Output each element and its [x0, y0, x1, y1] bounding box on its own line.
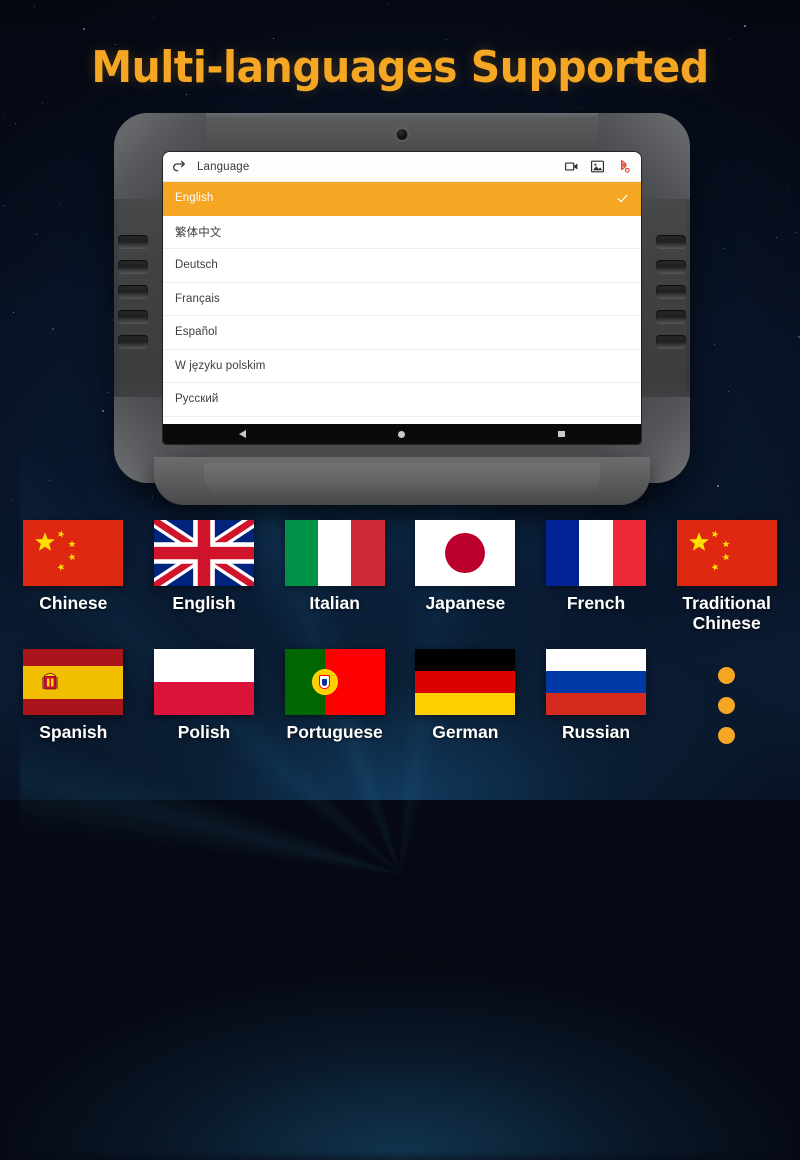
android-back-button[interactable]: [230, 424, 256, 444]
language-flag-grid: Chinese English Italian Japanese French Tradi…: [0, 520, 800, 745]
case-grip-ridge: [656, 285, 686, 298]
checkmark-icon: [617, 194, 628, 203]
tablet-screen: Language English 繁体中文 Deutsch Français Esp: [163, 152, 641, 444]
case-grip-ridge: [118, 285, 148, 298]
flag-label: Spanish: [39, 722, 108, 743]
more-dot: [718, 697, 736, 715]
tablet-device: Language English 繁体中文 Deutsch Français Esp: [114, 113, 690, 505]
case-grip-ridge: [656, 310, 686, 323]
language-row[interactable]: English: [163, 182, 641, 216]
case-grip-ridge: [656, 335, 686, 348]
spain-coat-of-arms-icon: [42, 673, 59, 690]
case-grip-ridge: [118, 310, 148, 323]
flag-label: Traditional Chinese: [682, 593, 771, 634]
flag-item[interactable]: Spanish: [8, 649, 139, 744]
language-list[interactable]: English 繁体中文 Deutsch Français Español W język…: [163, 182, 641, 424]
flag-star-icon: [722, 540, 730, 547]
flag-star-icon: [710, 563, 718, 571]
flag-label: Portuguese: [286, 722, 383, 743]
flag-portugal: [284, 649, 385, 716]
flag-item[interactable]: Traditional Chinese: [661, 520, 792, 633]
case-bottom-lip-inner: [204, 463, 600, 497]
flag-label: Russian: [561, 722, 631, 743]
language-row-label: English: [175, 192, 214, 205]
flag-star-icon: [688, 531, 709, 551]
flag-poland: [153, 649, 254, 716]
flag-star-icon: [68, 540, 76, 547]
case-grip-ridges-right: [656, 235, 686, 363]
case-grip-ridge: [118, 235, 148, 248]
flag-label: Chinese: [39, 593, 108, 613]
video-record-icon[interactable]: [564, 159, 579, 174]
flag-star-icon: [35, 531, 56, 551]
language-row[interactable]: Deutsch: [163, 249, 641, 283]
flag-russia: [545, 649, 646, 716]
flag-star-icon: [57, 563, 65, 571]
flag-item[interactable]: Italian: [269, 520, 400, 633]
back-arrow-icon[interactable]: [171, 158, 189, 176]
language-row[interactable]: W języku polskim: [163, 350, 641, 383]
flag-germany: [415, 649, 516, 716]
flag-star-icon: [711, 530, 719, 538]
flag-italy: [284, 520, 385, 586]
flag-label: English: [172, 593, 236, 613]
flag-china: [23, 520, 124, 586]
language-row-label: Español: [175, 326, 218, 339]
flag-label: Japanese: [425, 593, 506, 613]
language-row[interactable]: 繁体中文: [163, 216, 641, 249]
flag-label: French: [566, 593, 626, 613]
portugal-armillary-emblem-icon: [311, 669, 338, 696]
language-row-label: 繁体中文: [175, 226, 222, 239]
android-recents-button[interactable]: [548, 424, 574, 444]
android-home-button[interactable]: [389, 424, 415, 444]
more-dot: [718, 727, 736, 745]
language-row[interactable]: Français: [163, 283, 641, 316]
flag-item[interactable]: French: [531, 520, 662, 633]
app-bar-title: Language: [197, 160, 250, 173]
case-grip-ridge: [118, 335, 148, 348]
flag-label: German: [432, 722, 499, 743]
flag-label: Polish: [177, 722, 231, 743]
flag-item[interactable]: Portuguese: [269, 649, 400, 744]
case-grip-ridge: [656, 235, 686, 248]
screenshot-image-icon[interactable]: [590, 159, 605, 174]
app-bar: Language: [163, 152, 641, 182]
flag-star-icon: [58, 530, 66, 538]
app-bar-icon-group: [564, 159, 631, 174]
front-camera-icon: [396, 129, 408, 140]
language-row-label: W języku polskim: [175, 359, 266, 372]
flag-item[interactable]: Polish: [139, 649, 270, 744]
flag-item[interactable]: Russian: [531, 649, 662, 744]
more-dot: [718, 667, 736, 685]
bluetooth-icon[interactable]: [616, 159, 631, 174]
flag-star-icon: [68, 553, 76, 561]
flag-star-icon: [721, 553, 730, 561]
flag-item[interactable]: English: [139, 520, 270, 633]
case-grip-ridge: [118, 260, 148, 273]
flag-item[interactable]: Chinese: [8, 520, 139, 633]
flag-label: Italian: [309, 593, 360, 613]
language-row-label: Русский: [175, 393, 219, 406]
language-row-label: Français: [175, 292, 220, 305]
language-row[interactable]: Русский: [163, 383, 641, 417]
flag-france: [545, 520, 646, 586]
case-grip-ridge: [656, 260, 686, 273]
flag-item[interactable]: German: [400, 649, 531, 744]
flag-united-kingdom: [153, 520, 254, 586]
page-title: Multi-languages Supported: [91, 42, 709, 93]
flag-japan: [415, 520, 516, 586]
case-grip-ridges-left: [118, 235, 148, 363]
flag-china: [676, 520, 777, 586]
more-languages-dots: [661, 649, 792, 745]
language-row[interactable]: Español: [163, 316, 641, 350]
flag-spain: [23, 649, 124, 716]
android-navigation-bar: [163, 424, 641, 444]
language-row-label: Deutsch: [175, 259, 218, 272]
flag-item[interactable]: Japanese: [400, 520, 531, 633]
